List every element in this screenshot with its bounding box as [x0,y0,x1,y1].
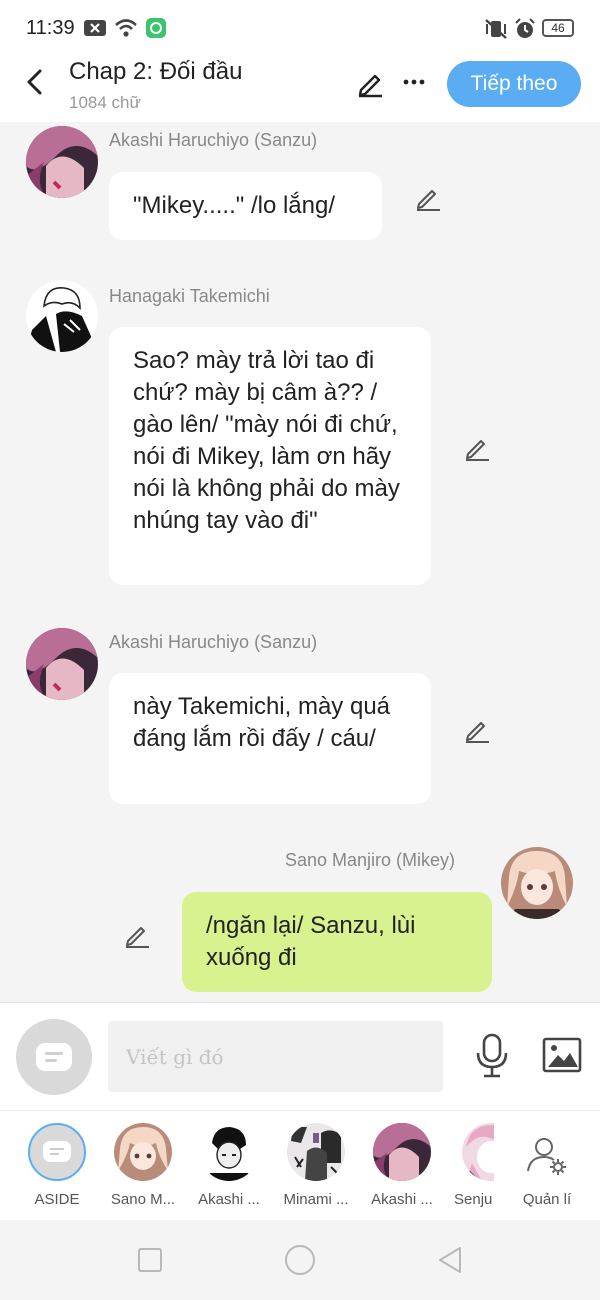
chapter-header: Chap 2: Đối đầu 1084 chữ Tiếp theo [0,58,600,122]
edit-message-icon[interactable] [414,184,442,212]
character-label: Minami ... [283,1191,349,1208]
character-avatar [373,1123,431,1181]
status-bar: 11:39 46 [0,0,600,58]
manage-label: Quản lí [522,1191,572,1208]
wifi-icon [115,19,137,37]
nav-back-icon[interactable] [437,1245,463,1275]
message-bubble-own[interactable]: /ngăn lại/ Sanzu, lùi xuống đi [182,892,492,992]
mic-icon[interactable] [474,1033,510,1079]
battery-level: 46 [551,21,565,35]
aside-icon [36,1043,72,1071]
word-count: 1084 chữ [69,93,141,112]
edit-message-icon[interactable] [463,716,491,744]
sender-name: Hanagaki Takemichi [109,286,270,306]
battery-indicator: 46 [542,19,574,37]
recent-apps-button[interactable] [138,1248,162,1272]
system-nav-bar [0,1220,600,1300]
character-bar: ASIDE Sano M... Akashi ... Minami ... Ak… [0,1110,600,1220]
sender-name: Akashi Haruchiyo (Sanzu) [109,632,318,652]
notification-x-icon [84,20,106,36]
home-button[interactable] [285,1245,315,1275]
message-bubble[interactable]: này Takemichi, mày quá đáng lắm rồi đấy … [109,673,431,804]
character-minami[interactable]: Minami ... [273,1123,357,1213]
back-icon[interactable] [20,66,50,98]
character-akashi-2[interactable]: Akashi ... [359,1123,443,1213]
manage-characters[interactable]: Quản lí [504,1123,588,1213]
alarm-icon [515,18,535,38]
avatar-mikey[interactable] [501,847,573,919]
status-time: 11:39 [26,17,75,39]
message-input[interactable] [108,1021,443,1092]
avatar-sanzu[interactable] [26,628,98,700]
character-label: Akashi ... [198,1191,260,1208]
more-icon[interactable] [400,66,430,96]
character-label: ASIDE [34,1191,80,1208]
app-notification-icon [146,18,166,38]
character-avatar [114,1123,172,1181]
next-chapter-button[interactable]: Tiếp theo [447,61,581,107]
sender-name: Sano Manjiro (Mikey) [285,850,456,870]
character-senju[interactable]: Senju [446,1123,494,1213]
mute-vibrate-icon [485,19,507,39]
character-label: Senju [454,1191,493,1208]
settings-user-icon [527,1138,566,1175]
avatar-sanzu[interactable] [26,126,98,198]
character-label: Akashi ... [371,1191,433,1208]
composer-bar [0,1002,600,1110]
aside-avatar [28,1123,86,1181]
edit-message-icon[interactable] [463,434,491,462]
message-bubble[interactable]: "Mikey....." /lo lắng/ [109,172,382,240]
avatar-takemichi[interactable] [26,280,98,352]
chat-area[interactable]: Akashi Haruchiyo (Sanzu) "Mikey....." /l… [0,122,600,1002]
aside-toggle-button[interactable] [16,1019,92,1095]
sender-name: Akashi Haruchiyo (Sanzu) [109,130,318,150]
edit-icon[interactable] [355,68,385,98]
character-avatar [200,1123,258,1181]
character-aside[interactable]: ASIDE [14,1123,98,1213]
character-label: Sano M... [110,1191,176,1208]
character-avatar [462,1123,494,1181]
edit-message-icon[interactable] [123,921,151,949]
message-bubble[interactable]: Sao? mày trả lời tao đi chứ? mày bị câm … [109,327,431,585]
chapter-title: Chap 2: Đối đầu [69,58,243,85]
character-mikey[interactable]: Sano M... [100,1123,184,1213]
character-avatar [287,1123,345,1181]
image-icon[interactable] [542,1037,582,1073]
character-akashi-1[interactable]: Akashi ... [186,1123,270,1213]
